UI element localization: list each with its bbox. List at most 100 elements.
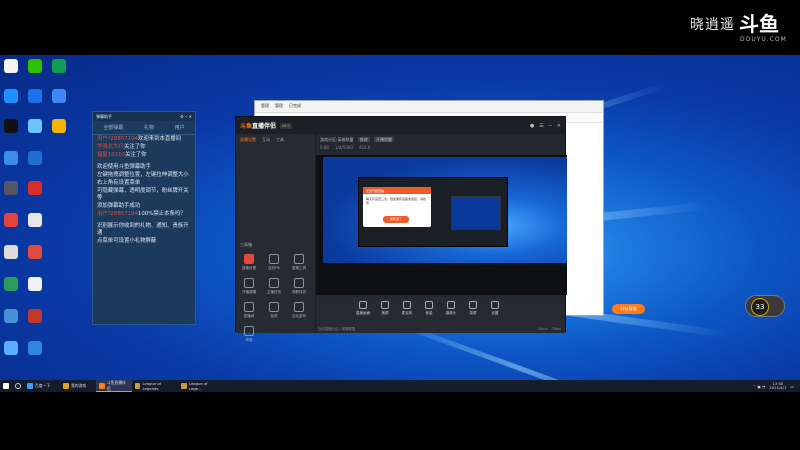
tray-icons[interactable]: ⌃ ▣ ◔ — [753, 384, 766, 389]
floating-level-badge[interactable]: 33 — [745, 295, 785, 317]
taskbar-app-icon — [63, 383, 69, 389]
taskbar-item[interactable]: League of Legends — [132, 380, 178, 392]
go-live-button[interactable]: 开始直播 — [612, 304, 645, 314]
tool-icon — [294, 278, 304, 288]
tool-icon — [294, 254, 304, 264]
desktop-icon-qq[interactable] — [4, 119, 18, 133]
desktop-icon-app2[interactable] — [52, 59, 66, 73]
desktop-icon-v[interactable] — [28, 309, 42, 323]
danmaku-user[interactable]: 华强北大仔 — [97, 144, 124, 150]
desktop-icon-colorful[interactable] — [4, 213, 18, 227]
desktop-icon-app[interactable] — [4, 151, 18, 165]
left-tab-tools[interactable]: 工具 — [276, 137, 284, 143]
danmaku-text: 点菜单可设置小礼物屏蔽 — [97, 238, 157, 244]
bottom-tool[interactable]: 设置 — [486, 301, 504, 316]
taskbar-item[interactable]: 斗鱼直播伴侣 — [96, 380, 132, 392]
desktop-icon-notepad[interactable] — [28, 213, 42, 227]
app-window-controls[interactable]: ● ☰ ─ ✕ — [530, 123, 561, 129]
danmaku-tab-user[interactable]: 用户 — [175, 124, 185, 131]
notify-button[interactable]: 开播提醒 — [374, 137, 395, 142]
desktop-icon-app4[interactable] — [52, 119, 66, 133]
desktop-icon-monitor[interactable] — [4, 309, 18, 323]
bottom-tool-icon — [491, 301, 499, 309]
taskbar-item-label: 我的游戏 — [71, 383, 87, 388]
desktop-icon-shield[interactable] — [28, 151, 42, 165]
app-version: v6.0 — [280, 122, 292, 129]
desktop-icon-qq-browser[interactable] — [4, 89, 18, 103]
desktop-icon-target[interactable] — [28, 245, 42, 259]
danmaku-user[interactable]: 用户*28857194 — [97, 136, 138, 142]
danmaku-line: 用户*28857194100%禁止本条吗？ — [93, 211, 195, 218]
left-tab-interact[interactable]: 互动 — [262, 137, 270, 143]
tool-item[interactable]: 直播工具 — [290, 254, 308, 271]
menu-icon[interactable]: ☰ — [539, 123, 543, 129]
explorer-tab-2[interactable]: 管理 — [275, 103, 283, 110]
room-stats: 0.84 1/4/5000 452.0 — [320, 145, 561, 150]
tool-item[interactable]: 房管 — [240, 326, 258, 343]
stream-preview[interactable]: 无法开始直播 每天可设置三次，但如果有设备未连接，请检查 我知道了 — [316, 155, 567, 295]
dialog-ok-button: 我知道了 — [383, 216, 409, 223]
bottom-tool-label: 美颜 — [381, 311, 389, 315]
explorer-tab-3[interactable]: 已完成 — [289, 103, 301, 110]
notification-icon[interactable]: ▭ — [790, 384, 794, 389]
desktop-icon-file[interactable] — [4, 59, 18, 73]
taskbar-item[interactable]: 百度一下 — [24, 380, 60, 392]
toolbox-label: 工具箱 — [240, 242, 252, 247]
preview-nested-stream — [451, 196, 501, 230]
clock[interactable]: 13:40 2021/4/7 — [769, 381, 786, 391]
tool-item[interactable]: 互动游戏 — [290, 302, 308, 319]
edit-button[interactable]: 修改 — [357, 137, 370, 142]
streaming-app-window[interactable]: 斗鱼直播伴侣 v6.0 ● ☰ ─ ✕ 直播设置 互动 工具 工具箱 直播设置连… — [235, 116, 645, 342]
danmaku-title-bar: 弹幕助手 ⚙ ─ ✕ — [93, 112, 195, 121]
app-bottom-bar: 直播画面 美颜 麦克风 音量 摄像头 录屏 设置 开始直播 当前直播分区：英雄联盟 0kb/… — [316, 297, 645, 333]
danmaku-window-controls[interactable]: ⚙ ─ ✕ — [180, 114, 192, 119]
danmaku-text: 欢迎来到本直播间 — [137, 136, 182, 142]
taskbar-item[interactable]: League of Lege... — [178, 380, 224, 392]
danmaku-user[interactable]: 福星10310 — [97, 152, 125, 158]
desktop-icon-app3[interactable] — [52, 89, 66, 103]
bottom-tool[interactable]: 直播画面 — [354, 301, 372, 316]
user-avatar-icon[interactable]: ● — [530, 123, 534, 129]
desktop-icon-pdf[interactable] — [28, 181, 42, 195]
desktop-icon-edge[interactable] — [4, 277, 18, 291]
tool-item[interactable]: 观看特效 — [290, 278, 308, 295]
tool-item[interactable]: 直播设置 — [240, 254, 258, 271]
desktop-icon-paper[interactable] — [28, 277, 42, 291]
taskbar-items: 百度一下 我的游戏 斗鱼直播伴侣 League of Legends League of… — [24, 380, 224, 392]
bottom-tool-label: 麦克风 — [401, 311, 413, 315]
tool-item[interactable]: 连线PK — [265, 254, 283, 271]
taskbar-item-label: 斗鱼直播伴侣 — [106, 379, 126, 391]
desktop-icon-game[interactable] — [4, 181, 18, 195]
danmaku-tab-gift[interactable]: 礼物 — [144, 124, 154, 131]
explorer-tab-1[interactable]: 管理 — [261, 103, 269, 110]
tool-item[interactable]: 直播间 — [240, 302, 258, 319]
desktop-icon-wechat[interactable] — [28, 59, 42, 73]
danmaku-panel[interactable]: 弹幕助手 ⚙ ─ ✕ 全部弹幕 礼物 用户 用户*28857194欢迎来到本直播… — [92, 111, 196, 325]
danmaku-line: 福星10310关注了你 — [93, 152, 195, 159]
tool-item[interactable]: 抽奖 — [265, 302, 283, 319]
bottom-tool[interactable]: 录屏 — [464, 301, 482, 316]
start-button[interactable] — [0, 380, 12, 392]
taskbar-item-label: League of Legends — [142, 381, 162, 391]
danmaku-tab-all[interactable]: 全部弹幕 — [103, 124, 123, 131]
bottom-tool[interactable]: 音量 — [420, 301, 438, 316]
taskbar-item[interactable]: 我的游戏 — [60, 380, 96, 392]
close-icon[interactable]: ✕ — [557, 123, 561, 129]
minimize-icon[interactable]: ─ — [549, 123, 552, 129]
tool-label: 直播设置 — [241, 266, 257, 270]
danmaku-user[interactable]: 用户*28857194 — [97, 211, 138, 217]
bottom-tool[interactable]: 美颜 — [376, 301, 394, 316]
tool-item[interactable]: 开播提醒 — [240, 278, 258, 295]
tool-item[interactable]: 主播任务 — [265, 278, 283, 295]
search-button[interactable] — [12, 380, 24, 392]
desktop-icon-tool[interactable] — [28, 341, 42, 355]
left-tab-settings[interactable]: 直播设置 — [240, 137, 256, 143]
desktop-icon-ie[interactable] — [28, 89, 42, 103]
desktop-icon-network[interactable] — [4, 341, 18, 355]
bottom-tool[interactable]: 摄像头 — [442, 301, 460, 316]
app-left-panel: 直播设置 互动 工具 工具箱 直播设置 连线PK 直播工具 开播提醒 主播任务 观看特效直… — [236, 134, 316, 342]
desktop-icon-cloud[interactable] — [28, 119, 42, 133]
desktop-icon-doc[interactable] — [4, 245, 18, 259]
bottom-tool-icon — [359, 301, 367, 309]
bottom-tool[interactable]: 麦克风 — [398, 301, 416, 316]
